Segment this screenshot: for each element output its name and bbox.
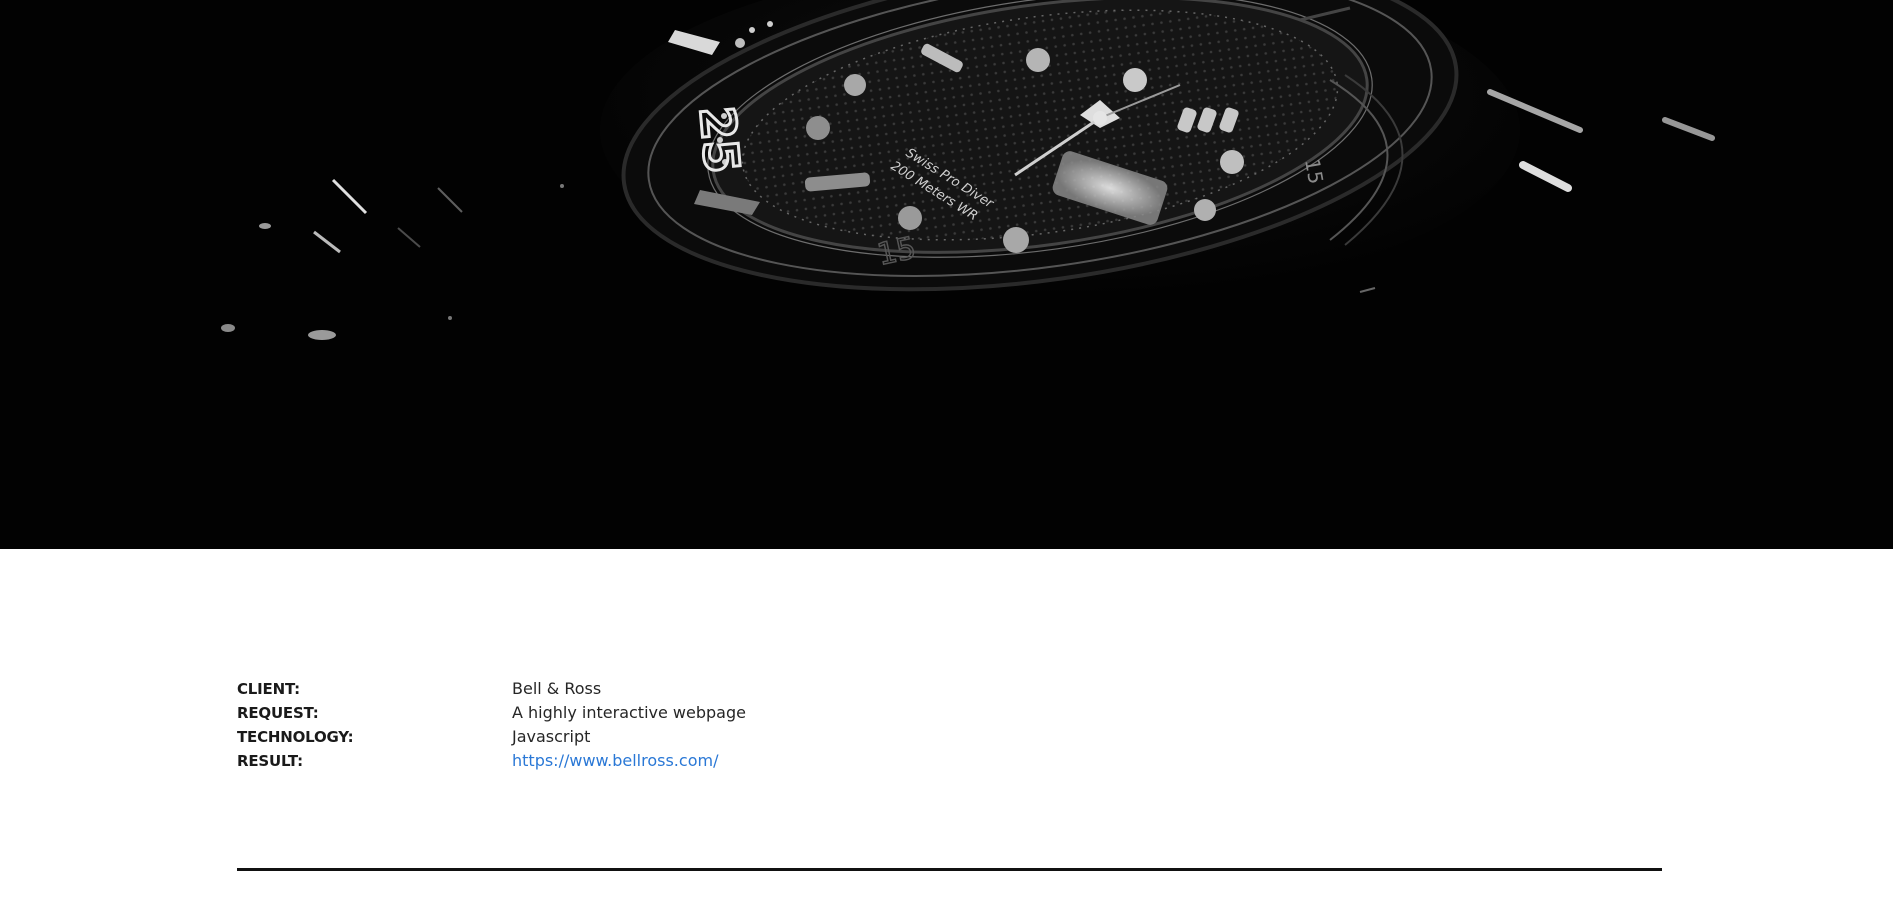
technology-label: TECHNOLOGY: <box>237 728 354 746</box>
watch-illustration: 25 15 15 Swiss Pro Diver 200 Meters WR <box>0 0 1893 549</box>
hero-image: 25 15 15 Swiss Pro Diver 200 Meters WR <box>0 0 1893 549</box>
project-details: CLIENT: Bell & Ross REQUEST: A highly in… <box>237 677 1137 773</box>
technology-value: Javascript <box>512 727 591 746</box>
result-label: RESULT: <box>237 752 303 770</box>
client-value: Bell & Ross <box>512 679 602 698</box>
bezel-number-15: 15 <box>1300 157 1328 186</box>
client-label: CLIENT: <box>237 680 300 698</box>
bezel-number-25: 25 <box>688 104 750 175</box>
technology-row: TECHNOLOGY: Javascript <box>237 725 1137 749</box>
request-value: A highly interactive webpage <box>512 703 746 722</box>
result-row: RESULT: https://www.bellross.com/ <box>237 749 1137 773</box>
section-divider <box>237 868 1662 871</box>
result-value-container: https://www.bellross.com/ <box>512 749 718 773</box>
result-link[interactable]: https://www.bellross.com/ <box>512 751 718 770</box>
request-row: REQUEST: A highly interactive webpage <box>237 701 1137 725</box>
client-row: CLIENT: Bell & Ross <box>237 677 1137 701</box>
request-label: REQUEST: <box>237 704 319 722</box>
